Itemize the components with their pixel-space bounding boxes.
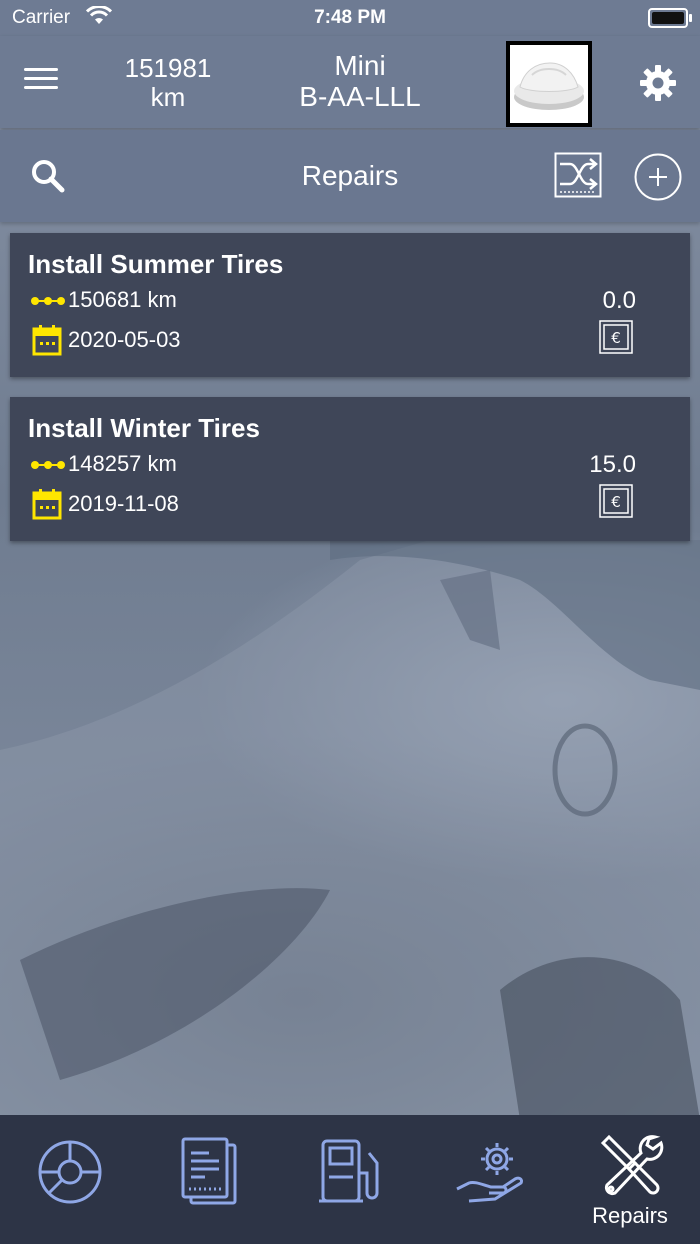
car-plate: B-AA-LLL bbox=[299, 81, 421, 112]
odometer-unit: km bbox=[150, 82, 186, 112]
odometer: 151981 km bbox=[98, 54, 238, 112]
fuel-pump-icon bbox=[319, 1139, 379, 1203]
mileage-dots-icon bbox=[31, 461, 65, 469]
add-repair-icon[interactable] bbox=[634, 153, 682, 201]
documents-icon bbox=[181, 1137, 237, 1205]
euro-icon: € bbox=[599, 320, 633, 354]
service-icon bbox=[456, 1143, 523, 1203]
repair-name: Install Summer Tires bbox=[28, 249, 284, 279]
repair-mileage: 148257 km bbox=[68, 451, 177, 476]
repair-list-item[interactable]: Install Winter Tires 148257 km 2019-11-0… bbox=[10, 397, 690, 541]
repair-cost: 15.0 bbox=[589, 451, 636, 478]
odometer-value: 151981 bbox=[124, 53, 212, 83]
battery-icon bbox=[648, 8, 692, 28]
repair-date: 2019-11-08 bbox=[68, 491, 179, 516]
svg-text:€: € bbox=[611, 493, 621, 511]
tab-fuel[interactable] bbox=[280, 1115, 420, 1244]
tab-service[interactable] bbox=[420, 1115, 560, 1244]
car-selector[interactable]: Mini B-AA-LLL bbox=[260, 50, 460, 112]
tab-repairs[interactable]: Repairs bbox=[560, 1115, 700, 1244]
mileage-dots-icon bbox=[31, 297, 65, 305]
repairs-tools-icon bbox=[600, 1134, 664, 1196]
hamburger-line bbox=[24, 77, 58, 80]
svg-text:€: € bbox=[611, 329, 621, 347]
tab-documents[interactable] bbox=[140, 1115, 280, 1244]
repair-date: 2020-05-03 bbox=[68, 327, 181, 352]
calendar-icon bbox=[32, 325, 62, 356]
status-bar: Carrier 7:48 PM bbox=[0, 0, 700, 36]
bottom-tab-bar: Repairs bbox=[0, 1115, 700, 1244]
euro-icon: € bbox=[599, 484, 633, 518]
repair-name: Install Winter Tires bbox=[28, 413, 260, 443]
repair-mileage: 150681 km bbox=[68, 287, 177, 312]
settings-gear-icon[interactable] bbox=[638, 63, 678, 103]
calendar-icon bbox=[32, 489, 62, 520]
clock: 7:48 PM bbox=[314, 7, 386, 28]
car-photo[interactable] bbox=[506, 41, 592, 127]
sort-shuffle-icon[interactable] bbox=[554, 152, 602, 198]
covered-car-image bbox=[514, 62, 584, 110]
menu-button[interactable] bbox=[22, 62, 60, 102]
dashboard-icon bbox=[38, 1140, 102, 1204]
top-navigation-bar: 151981 km Mini B-AA-LLL bbox=[0, 36, 700, 128]
repair-list-item[interactable]: Install Summer Tires 150681 km 2020-05-0… bbox=[10, 233, 690, 377]
hamburger-line bbox=[24, 86, 58, 89]
tab-dashboard[interactable] bbox=[0, 1115, 140, 1244]
car-name: Mini bbox=[334, 50, 386, 81]
section-toolbar: Repairs bbox=[0, 130, 700, 222]
repair-cost: 0.0 bbox=[602, 287, 636, 314]
car-background-image bbox=[0, 540, 700, 1120]
hamburger-line bbox=[24, 68, 58, 71]
tab-label: Repairs bbox=[592, 1203, 668, 1228]
